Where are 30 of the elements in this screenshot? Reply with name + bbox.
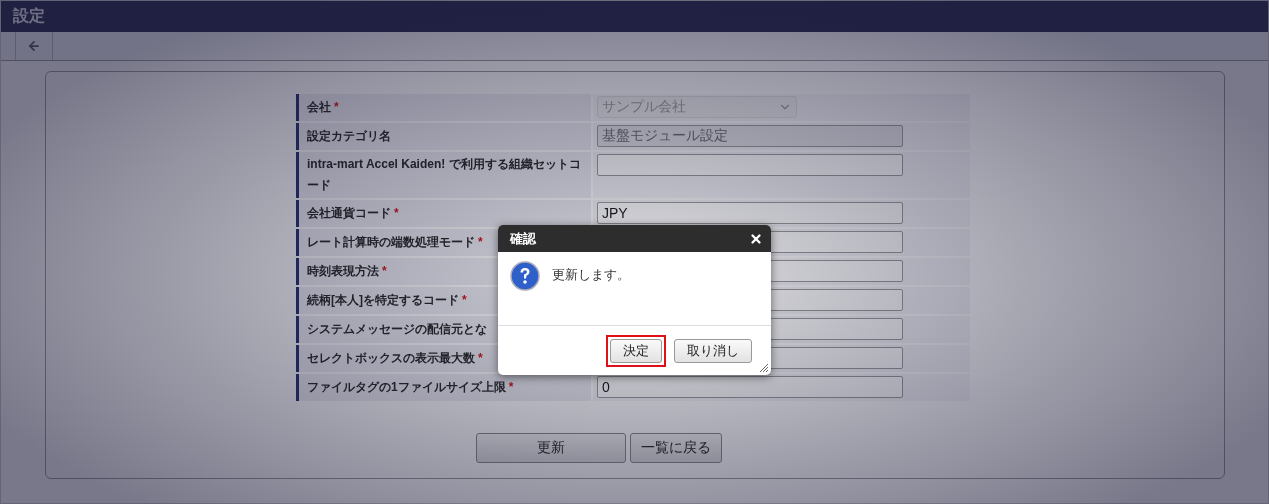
required-mark: * — [478, 351, 483, 365]
required-mark: * — [382, 264, 387, 278]
required-mark: * — [508, 380, 514, 394]
field-label: ファイルタグの1ファイルサイズ上限 * — [307, 379, 514, 396]
dialog-title: 確認 — [510, 229, 536, 248]
cancel-button[interactable]: 取り消し — [674, 338, 752, 363]
required-mark: * — [478, 235, 483, 249]
window-title: 設定 — [13, 6, 45, 26]
field-label: 会社通貨コード * — [307, 205, 399, 222]
field-label: 続柄[本人]を特定するコード * — [307, 292, 467, 309]
dialog-message: 更新します。 — [552, 267, 630, 283]
text-field[interactable]: JPY — [597, 202, 903, 224]
confirm-button[interactable]: 決定 — [610, 338, 662, 363]
question-icon — [510, 261, 540, 291]
required-mark: * — [462, 293, 467, 307]
field-label: システムメッセージの配信元とな — [307, 321, 487, 338]
back-to-list-button[interactable]: 一覧に戻る — [630, 433, 722, 463]
field-label: レート計算時の端数処理モード * — [307, 234, 483, 251]
field-label: 時刻表現方法 * — [307, 263, 387, 280]
field-label: セレクトボックスの表示最大数 * — [307, 350, 483, 367]
field-label: 設定カテゴリ名 — [307, 128, 391, 145]
required-mark: * — [334, 100, 339, 114]
field-label: intra-mart Accel Kaiden! で利用する組織セットコード — [307, 156, 582, 194]
required-mark: * — [394, 206, 399, 220]
close-icon[interactable] — [749, 231, 763, 246]
update-button[interactable]: 更新 — [476, 433, 626, 463]
field-label: 会社 * — [307, 99, 339, 116]
text-field[interactable] — [597, 154, 903, 176]
text-field[interactable]: 0 — [597, 376, 903, 398]
resize-grip-icon[interactable] — [760, 364, 768, 372]
